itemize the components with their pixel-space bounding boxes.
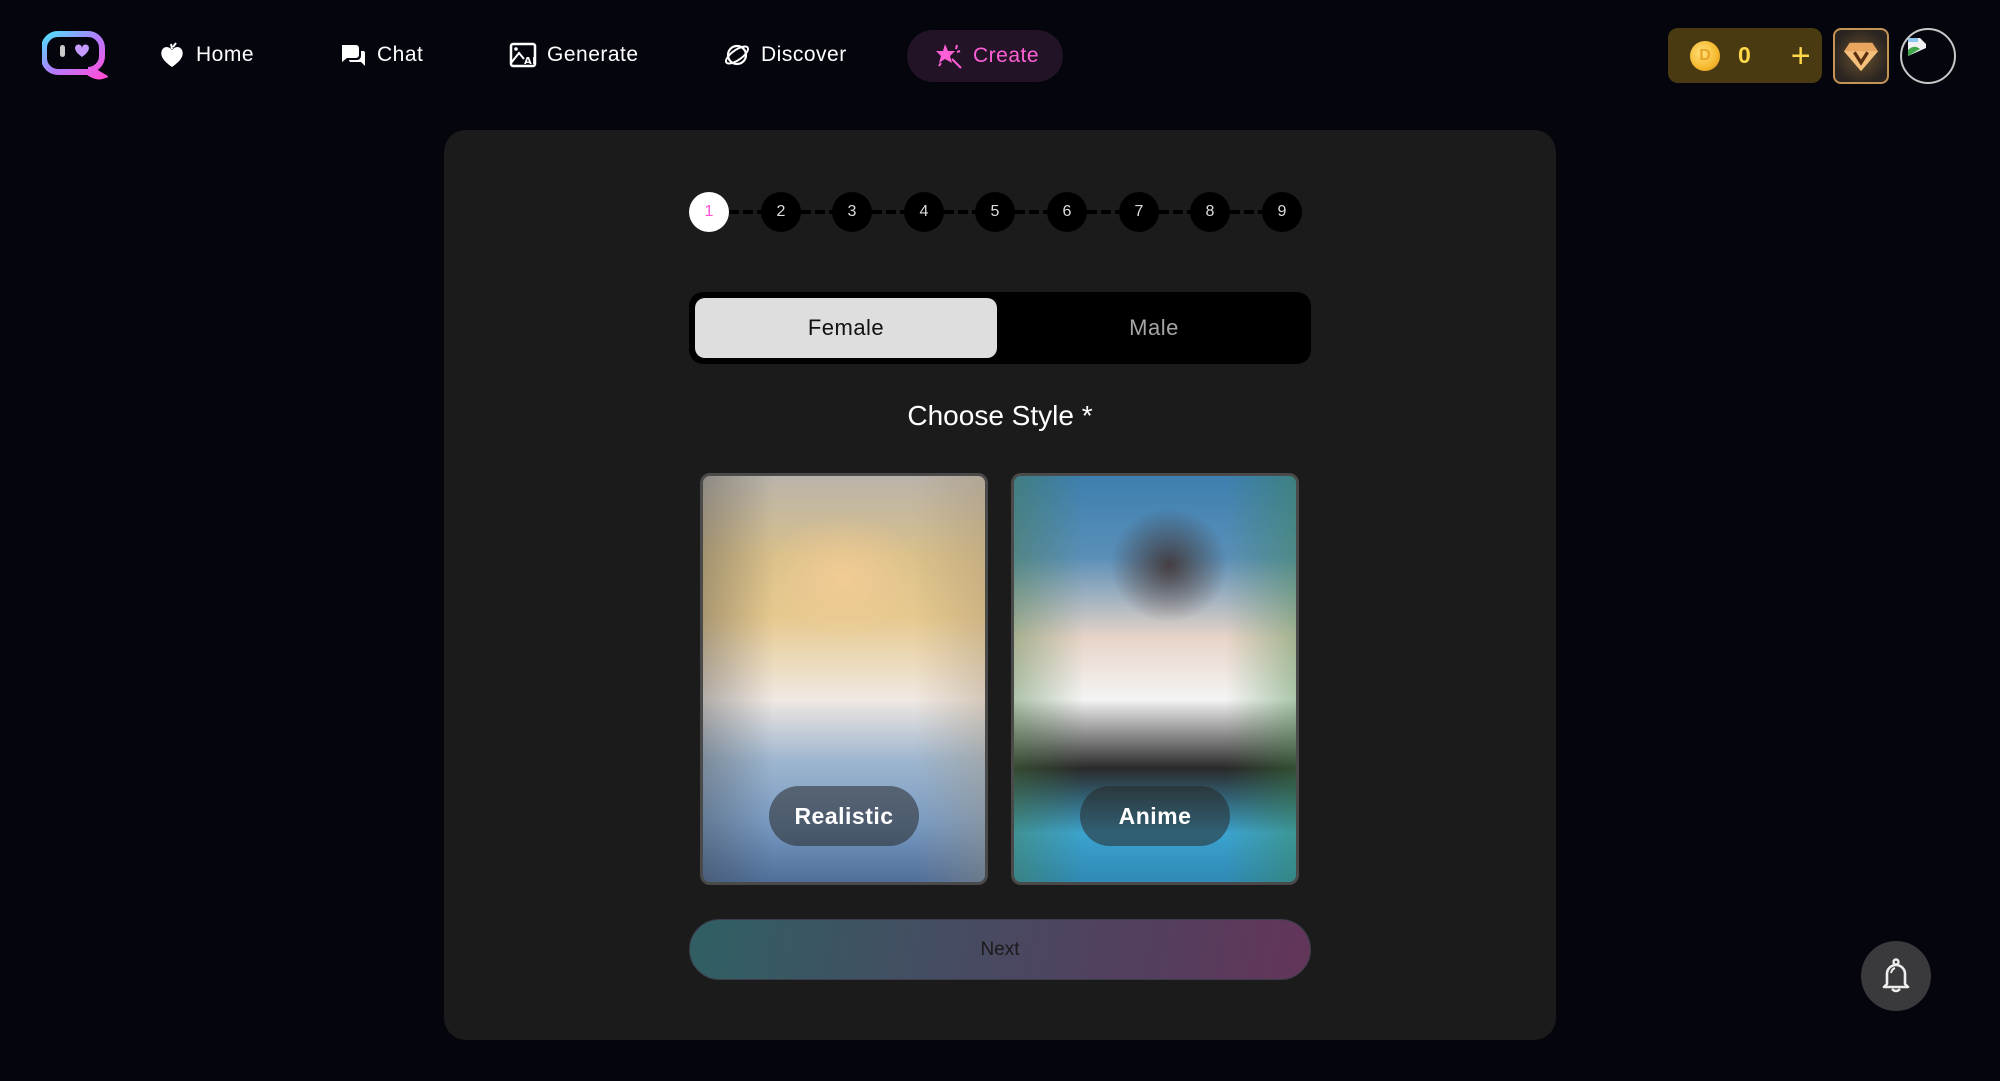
step-indicator: 1 2 3 4 5 6 7 8 9 xyxy=(689,192,1302,232)
style-card-realistic[interactable]: Realistic xyxy=(700,473,988,885)
step-7[interactable]: 7 xyxy=(1119,192,1159,232)
nav-home[interactable]: Home xyxy=(158,36,254,74)
coin-icon: D xyxy=(1690,40,1720,71)
step-1[interactable]: 1 xyxy=(689,192,729,232)
step-connector xyxy=(1015,210,1047,214)
next-button[interactable]: Next xyxy=(689,919,1311,980)
heart-fruit-icon xyxy=(161,42,183,67)
nav-chat-label: Chat xyxy=(377,43,424,66)
diamond-v-icon xyxy=(1844,42,1878,72)
step-5[interactable]: 5 xyxy=(975,192,1015,232)
step-3[interactable]: 3 xyxy=(832,192,872,232)
notifications-button[interactable] xyxy=(1861,941,1931,1011)
step-connector xyxy=(1159,210,1191,214)
gender-toggle: Female Male xyxy=(689,292,1311,364)
step-2[interactable]: 2 xyxy=(761,192,801,232)
step-connector xyxy=(1230,210,1262,214)
nav-create-label: Create xyxy=(973,44,1040,67)
step-8[interactable]: 8 xyxy=(1190,192,1230,232)
add-coins-button[interactable]: + xyxy=(1791,39,1811,73)
broken-image-icon xyxy=(1908,38,1926,56)
nav-home-label: Home xyxy=(196,43,255,66)
nav-chat[interactable]: Chat xyxy=(339,36,423,74)
nav-generate-label: Generate xyxy=(547,43,639,66)
style-card-label: Anime xyxy=(1080,786,1230,846)
step-4[interactable]: 4 xyxy=(904,192,944,232)
character-creation-panel xyxy=(444,130,1556,1040)
style-card-label: Realistic xyxy=(769,786,919,846)
coin-balance[interactable]: D 0 + xyxy=(1668,28,1822,83)
step-connector xyxy=(729,210,761,214)
step-6[interactable]: 6 xyxy=(1047,192,1087,232)
nav-discover-label: Discover xyxy=(761,43,847,66)
nav-generate[interactable]: AI Generate xyxy=(509,36,639,74)
step-connector xyxy=(1087,210,1119,214)
bell-icon xyxy=(1882,958,1910,993)
nav-create[interactable]: Create xyxy=(907,30,1063,82)
choose-style-heading: Choose Style * xyxy=(907,400,1093,431)
step-connector xyxy=(872,210,904,214)
app-logo[interactable] xyxy=(41,30,110,80)
svg-text:AI: AI xyxy=(524,56,536,67)
step-connector xyxy=(944,210,976,214)
logo-chat-heart-icon xyxy=(41,31,110,80)
ai-image-icon: AI xyxy=(509,42,537,68)
nav-discover[interactable]: Discover xyxy=(723,36,847,74)
planet-icon xyxy=(724,44,750,66)
style-card-anime[interactable]: Anime xyxy=(1011,473,1299,885)
gender-male-option[interactable]: Male xyxy=(1003,298,1305,358)
step-connector xyxy=(801,210,833,214)
step-9[interactable]: 9 xyxy=(1262,192,1302,232)
chat-bubbles-icon xyxy=(342,45,365,66)
top-navigation-bar: Home Chat AI Generate Discover Create D … xyxy=(0,0,2000,110)
gender-female-option[interactable]: Female xyxy=(695,298,997,358)
user-avatar[interactable] xyxy=(1900,28,1956,84)
coin-count: 0 xyxy=(1738,42,1751,68)
magic-star-icon xyxy=(936,44,962,69)
vip-button[interactable] xyxy=(1833,28,1889,84)
